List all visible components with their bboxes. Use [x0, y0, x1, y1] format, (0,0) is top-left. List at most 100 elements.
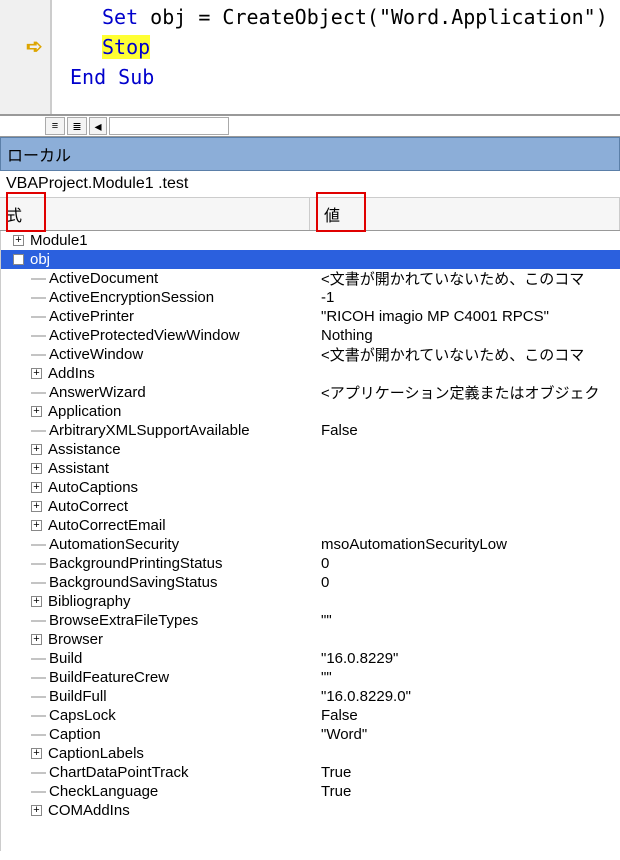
tree-item-name: Module1	[30, 232, 320, 249]
tree-item-name: AutoCorrectEmail	[48, 517, 320, 534]
leaf-icon: —	[31, 289, 43, 306]
tree-item-value: "16.0.8229.0"	[321, 688, 620, 705]
tree-item-name: ArbitraryXMLSupportAvailable	[49, 422, 321, 439]
tree-row[interactable]: —BackgroundSavingStatus0	[1, 573, 620, 592]
tree-item-name: Bibliography	[48, 593, 320, 610]
tree-item-name: BrowseExtraFileTypes	[49, 612, 321, 629]
expand-icon[interactable]: +	[31, 520, 42, 531]
leaf-icon: —	[31, 707, 43, 724]
tree-row[interactable]: + Module1	[1, 231, 620, 250]
tree-row[interactable]: + Assistance	[1, 440, 620, 459]
tree-item-value: "16.0.8229"	[321, 650, 620, 667]
tree-row[interactable]: + AutoCorrectEmail	[1, 516, 620, 535]
code-lines[interactable]: Set obj = CreateObject("Word.Application…	[60, 2, 620, 92]
expand-icon[interactable]: +	[31, 748, 42, 759]
leaf-icon: —	[31, 783, 43, 800]
expand-icon[interactable]: +	[31, 444, 42, 455]
tree-item-name: AnswerWizard	[49, 384, 321, 401]
tree-item-value: "Word"	[321, 726, 620, 743]
tree-row[interactable]: -obj	[1, 250, 620, 269]
expand-icon[interactable]: +	[31, 634, 42, 645]
tree-item-name: Assistant	[48, 460, 320, 477]
leaf-icon: —	[31, 764, 43, 781]
tree-item-value: True	[321, 783, 620, 800]
leaf-icon: —	[31, 327, 43, 344]
leaf-icon: —	[31, 346, 43, 363]
tree-item-value: "RICOH imagio MP C4001 RPCS"	[321, 308, 620, 325]
tree-row[interactable]: +Application	[1, 402, 620, 421]
collapse-icon[interactable]: -	[13, 254, 24, 265]
leaf-icon: —	[31, 422, 43, 439]
tree-item-name: Build	[49, 650, 321, 667]
keyword-set: Set	[102, 5, 150, 29]
expand-icon[interactable]: +	[31, 805, 42, 816]
leaf-icon: —	[31, 688, 43, 705]
current-line-arrow-icon: ➪	[26, 34, 43, 59]
leaf-icon: —	[31, 612, 43, 629]
tree-row[interactable]: + AutoCorrect	[1, 497, 620, 516]
expand-icon[interactable]: +	[13, 235, 24, 246]
leaf-icon: —	[31, 270, 43, 287]
tree-item-name: ActivePrinter	[49, 308, 321, 325]
tree-row[interactable]: — ChartDataPointTrackTrue	[1, 763, 620, 782]
column-headers: 式 値	[0, 198, 620, 231]
tree-row[interactable]: + Assistant	[1, 459, 620, 478]
tree-row[interactable]: —BuildFull"16.0.8229.0"	[1, 687, 620, 706]
tree-item-name: ActiveDocument	[49, 270, 321, 287]
expand-icon[interactable]: +	[31, 501, 42, 512]
tree-item-name: Caption	[49, 726, 321, 743]
tree-row[interactable]: — ActiveWindow<文書が開かれていないため、このコマ	[1, 345, 620, 364]
tree-row[interactable]: —BrowseExtraFileTypes""	[1, 611, 620, 630]
expand-icon[interactable]: +	[31, 596, 42, 607]
locals-tree[interactable]: +Module1-obj—ActiveDocument<文書が開かれていないため…	[0, 231, 620, 851]
tree-row[interactable]: —BackgroundPrintingStatus0	[1, 554, 620, 573]
tree-row[interactable]: —AutomationSecuritymsoAutomationSecurity…	[1, 535, 620, 554]
tree-item-value: False	[321, 422, 620, 439]
tree-item-name: CapsLock	[49, 707, 321, 724]
full-view-button[interactable]: ≣	[67, 117, 87, 135]
tree-row[interactable]: —CapsLockFalse	[1, 706, 620, 725]
tree-row[interactable]: —BuildFeatureCrew""	[1, 668, 620, 687]
expand-icon[interactable]: +	[31, 406, 42, 417]
tree-item-name: ActiveWindow	[49, 346, 321, 363]
tree-row[interactable]: —ActiveProtectedViewWindowNothing	[1, 326, 620, 345]
tree-item-name: obj	[30, 251, 320, 268]
scrollbar-thumb[interactable]	[109, 117, 229, 135]
keyword-stop: Stop	[102, 35, 150, 59]
tree-item-value: <文書が開かれていないため、このコマ	[321, 344, 620, 365]
tree-item-value: <文書が開かれていないため、このコマ	[321, 268, 620, 289]
tree-item-value: Nothing	[321, 327, 620, 344]
tree-item-name: AddIns	[48, 365, 320, 382]
expand-icon[interactable]: +	[31, 482, 42, 493]
tree-item-name: Assistance	[48, 441, 320, 458]
tree-item-value: True	[321, 764, 620, 781]
expand-icon[interactable]: +	[31, 368, 42, 379]
tree-item-value: msoAutomationSecurityLow	[321, 536, 620, 553]
tree-row[interactable]: —CheckLanguageTrue	[1, 782, 620, 801]
tree-row[interactable]: —ActiveEncryptionSession-1	[1, 288, 620, 307]
tree-item-value: 0	[321, 574, 620, 591]
tree-row[interactable]: — ArbitraryXMLSupportAvailableFalse	[1, 421, 620, 440]
column-header-expression[interactable]: 式	[0, 198, 310, 230]
tree-row[interactable]: + Browser	[1, 630, 620, 649]
tree-row[interactable]: —Caption"Word"	[1, 725, 620, 744]
tree-row[interactable]: —ActivePrinter"RICOH imagio MP C4001 RPC…	[1, 307, 620, 326]
tree-item-name: AutoCorrect	[48, 498, 320, 515]
tree-row[interactable]: —AnswerWizard<アプリケーション定義またはオブジェク	[1, 383, 620, 402]
leaf-icon: —	[31, 574, 43, 591]
tree-row[interactable]: +COMAddIns	[1, 801, 620, 820]
tree-row[interactable]: + AddIns	[1, 364, 620, 383]
tree-row[interactable]: — Build"16.0.8229"	[1, 649, 620, 668]
scroll-left-button[interactable]: ◂	[89, 117, 107, 135]
tree-item-name: ChartDataPointTrack	[49, 764, 321, 781]
tree-row[interactable]: — ActiveDocument<文書が開かれていないため、このコマ	[1, 269, 620, 288]
tree-item-name: BuildFeatureCrew	[49, 669, 321, 686]
proc-view-button[interactable]: ≡	[45, 117, 65, 135]
tree-row[interactable]: +AutoCaptions	[1, 478, 620, 497]
leaf-icon: —	[31, 536, 43, 553]
expand-icon[interactable]: +	[31, 463, 42, 474]
leaf-icon: —	[31, 650, 43, 667]
tree-row[interactable]: + Bibliography	[1, 592, 620, 611]
tree-item-name: Browser	[48, 631, 320, 648]
tree-row[interactable]: +CaptionLabels	[1, 744, 620, 763]
